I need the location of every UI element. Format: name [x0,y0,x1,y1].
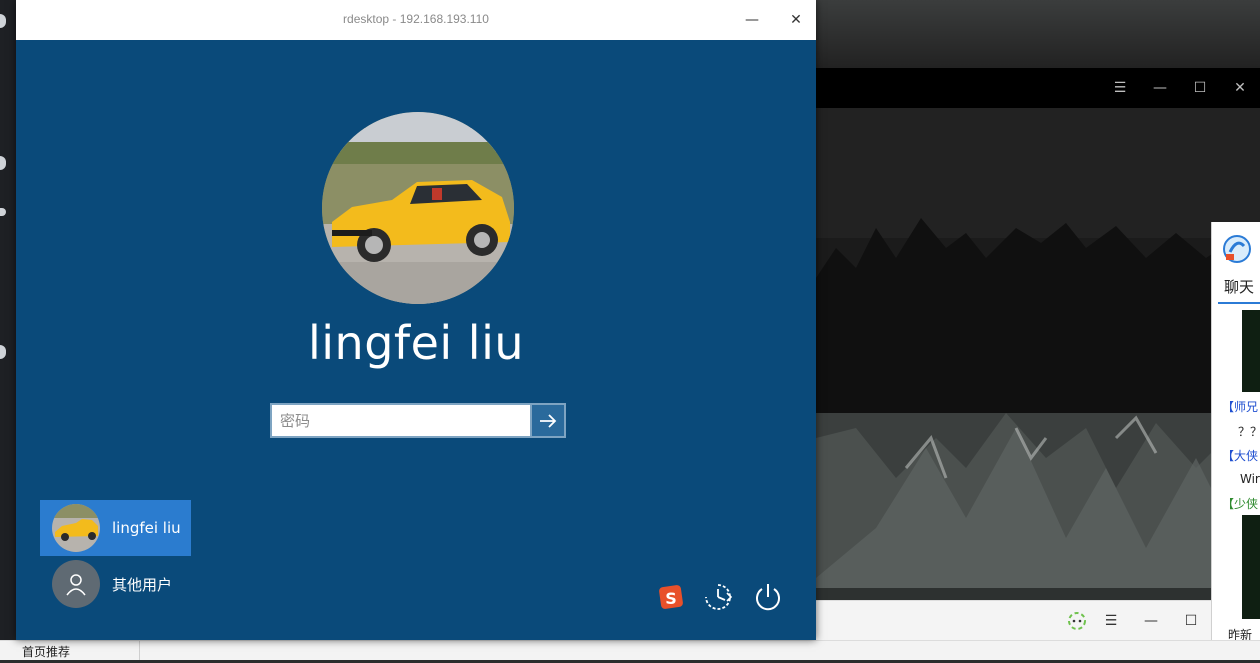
user-tile-lingfei-liu[interactable]: lingfei liu [40,500,191,556]
maximize-icon[interactable]: ☐ [1181,611,1201,631]
background-window: ☰ — ☐ ✕ ☰ — ☐ [816,68,1260,641]
status-bot-icon[interactable] [1066,610,1088,632]
mountain-landscape-image [816,108,1260,640]
chat-panel: 聊天 【师兄 ？？ 【大侠 Wir 【少侠 昨新 [1211,222,1260,659]
user-tile-label: 其他用户 [112,575,173,594]
background-window-titlebar: ☰ — ☐ ✕ [816,68,1260,108]
dock-icon[interactable] [0,156,6,170]
close-button[interactable]: ✕ [784,8,808,32]
user-avatar-large [322,112,514,304]
sogou-ime-icon[interactable]: S [654,580,688,614]
minimize-button[interactable]: — [740,8,764,32]
taskbar: 首页推荐 [0,640,1260,660]
chat-message: ？？ [1238,425,1260,439]
menu-icon[interactable]: ☰ [1101,611,1121,631]
user-avatar-small [52,504,100,552]
submit-button[interactable] [532,403,566,438]
chat-sender: 【大侠 [1222,449,1259,463]
password-input[interactable] [270,403,532,438]
menu-icon[interactable]: ☰ [1110,78,1130,98]
dock-icon[interactable] [0,14,6,28]
login-user-name: lingfei liu [307,316,525,370]
rdesktop-titlebar: rdesktop - 192.168.193.110 — ✕ [16,0,816,40]
taskbar-tab[interactable]: 首页推荐 [16,641,140,660]
maximize-icon[interactable]: ☐ [1190,78,1210,98]
power-icon[interactable] [751,580,785,614]
left-dock [0,0,16,659]
close-icon[interactable]: ✕ [1230,78,1250,98]
chat-message: Wir [1240,472,1260,486]
user-tile-label: lingfei liu [112,519,181,537]
svg-text:S: S [665,589,677,608]
chat-image-thumbnail[interactable] [1242,515,1260,619]
desktop-wallpaper [816,0,1260,68]
user-silhouette-icon [52,560,100,608]
minimize-icon[interactable]: — [1141,611,1161,631]
app-logo-icon [1223,235,1251,263]
dock-icon[interactable] [0,345,6,359]
password-box [270,403,566,438]
chat-tab[interactable]: 聊天 [1224,276,1254,297]
dock-icon[interactable] [0,208,6,216]
minimize-icon[interactable]: — [1150,78,1170,98]
arrow-right-icon [540,413,557,428]
background-window-bottombar: ☰ — ☐ [816,600,1260,641]
chat-sender: 【少侠 [1222,497,1259,511]
windows-login-screen: lingfei liu lingfei liu 其他用户 S [16,40,816,640]
chat-sender: 【师兄 [1222,400,1259,414]
window-title: rdesktop - 192.168.193.110 [343,12,489,26]
user-tile-other[interactable]: 其他用户 [40,556,240,612]
chat-tab-underline [1218,302,1260,304]
rdesktop-window: rdesktop - 192.168.193.110 — ✕ lingfei l… [16,0,816,640]
chat-image-thumbnail[interactable] [1242,310,1260,392]
ease-of-access-icon[interactable] [701,580,735,614]
